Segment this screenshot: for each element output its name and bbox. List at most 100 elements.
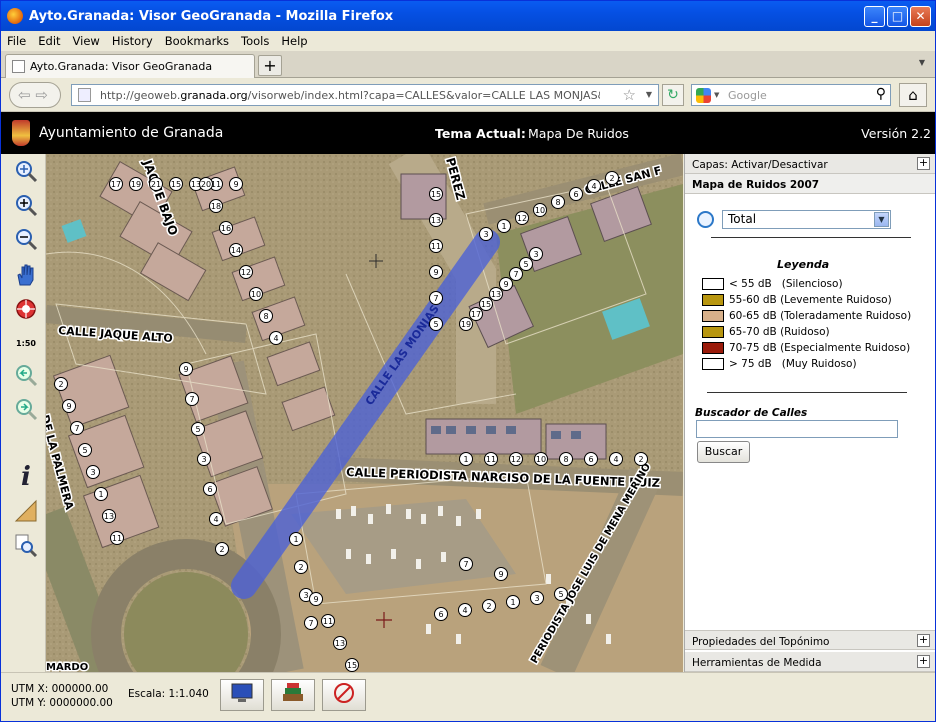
- legend-swatch: [702, 294, 724, 306]
- search-help-icon[interactable]: [13, 532, 39, 558]
- url-bar[interactable]: http://geoweb.granada.org/visorweb/index…: [71, 84, 659, 106]
- scale-tool-label: 1:50: [16, 338, 36, 348]
- house-number-label: 13: [431, 216, 441, 225]
- scale-tool-icon[interactable]: 1:50: [13, 330, 39, 356]
- tab-geogranada[interactable]: Ayto.Granada: Visor GeoGranada: [5, 54, 255, 78]
- legend-range: > 75 dB: [729, 358, 772, 370]
- zoom-out-icon[interactable]: [13, 226, 39, 252]
- maximize-button[interactable]: □: [887, 6, 908, 27]
- reload-button[interactable]: ↻: [662, 84, 684, 106]
- house-number-label: 8: [263, 312, 268, 321]
- engine-chevron-down-icon[interactable]: ▼: [714, 91, 719, 99]
- house-number-label: 1: [98, 490, 103, 499]
- forward-arrow-icon[interactable]: ⇨: [35, 86, 48, 104]
- layers-button[interactable]: [271, 679, 315, 711]
- legend-range: < 55 dB: [729, 278, 772, 290]
- menu-bookmarks[interactable]: Bookmarks: [159, 31, 235, 48]
- legend-desc: (Silencioso): [781, 278, 843, 290]
- tema-select[interactable]: Total ▼: [722, 210, 891, 229]
- menu-view[interactable]: View: [67, 31, 106, 48]
- house-number-label: 4: [273, 334, 278, 343]
- url-path: /visorweb/index.html?capa=CALLES&valor=C…: [247, 89, 600, 102]
- house-number-label: 1: [510, 598, 515, 607]
- house-number-label: 4: [213, 515, 218, 524]
- house-number-label: 1: [293, 535, 298, 544]
- measure-ruler-icon[interactable]: [13, 498, 39, 524]
- house-number-label: 5: [195, 425, 200, 434]
- legend-desc: (Levemente Ruidoso): [780, 294, 892, 306]
- tema-select-value: Total: [728, 212, 757, 226]
- home-icon[interactable]: ⌂: [908, 86, 918, 104]
- legend-desc: (Especialmente Ruidoso): [780, 342, 911, 354]
- search-bar[interactable]: ▼ Google ⚲: [691, 84, 891, 106]
- house-number-label: 8: [555, 198, 560, 207]
- legend-range: 70-75 dB: [729, 342, 777, 354]
- home-button[interactable]: ⌂: [899, 83, 927, 107]
- house-number-label: 9: [503, 280, 508, 289]
- propiedades-label: Propiedades del Topónimo: [692, 636, 830, 648]
- search-input[interactable]: Google: [728, 89, 767, 102]
- propiedades-header[interactable]: Propiedades del Topónimo +: [685, 630, 935, 650]
- select-chevron-down-icon[interactable]: ▼: [874, 212, 889, 227]
- house-number-label: 9: [233, 180, 238, 189]
- full-extent-icon[interactable]: [13, 296, 39, 322]
- map-toolbar: 1:50 i: [1, 154, 46, 672]
- orthophoto-map[interactable]: JAQUE BAJO PEREZ CALLE SAN F CALLE JAQUE…: [46, 154, 683, 672]
- legend-range: 60-65 dB: [729, 310, 777, 322]
- house-number-label: 2: [219, 545, 224, 554]
- expand-propiedades-icon[interactable]: +: [917, 634, 930, 647]
- previous-view-icon[interactable]: [13, 362, 39, 388]
- expand-herramientas-icon[interactable]: +: [917, 655, 930, 668]
- back-arrow-icon[interactable]: ⇦: [18, 86, 31, 104]
- house-number-label: 15: [481, 300, 491, 309]
- granada-crest-icon: [12, 120, 30, 146]
- house-number-label: 1: [501, 222, 506, 231]
- house-number-label: 11: [431, 242, 441, 251]
- menu-file[interactable]: File: [1, 31, 32, 48]
- herramientas-header[interactable]: Herramientas de Medida +: [685, 652, 935, 672]
- street-label-mardo: MARDO: [46, 662, 88, 672]
- house-number-label: 12: [511, 455, 521, 464]
- house-number-label: 11: [486, 455, 496, 464]
- page-icon: [78, 88, 91, 102]
- tab-list-chevron-down-icon[interactable]: ▼: [919, 58, 925, 67]
- house-number-label: 13: [491, 290, 501, 299]
- google-icon[interactable]: [696, 88, 711, 103]
- menu-tools[interactable]: Tools: [235, 31, 275, 48]
- pan-hand-icon[interactable]: [13, 262, 39, 288]
- menu-bar: File Edit View History Bookmarks Tools Help: [1, 31, 935, 51]
- buscador-title: Buscador de Calles: [695, 407, 808, 419]
- legend-swatch: [702, 310, 724, 322]
- info-icon[interactable]: i: [13, 462, 39, 492]
- url-dropdown-chevron-down-icon[interactable]: ▼: [646, 90, 652, 99]
- house-number-label: 4: [613, 455, 618, 464]
- new-tab-button[interactable]: +: [258, 55, 282, 76]
- next-view-icon[interactable]: [13, 396, 39, 422]
- house-number-label: 20: [201, 180, 211, 189]
- zoom-window-icon[interactable]: [13, 158, 39, 184]
- print-button[interactable]: [220, 679, 264, 711]
- search-icon[interactable]: ⚲: [876, 86, 886, 102]
- menu-help[interactable]: Help: [275, 31, 313, 48]
- menu-history[interactable]: History: [106, 31, 159, 48]
- utm-x: UTM X: 000000.00: [11, 683, 109, 695]
- zoom-in-icon[interactable]: [13, 192, 39, 218]
- url-text[interactable]: http://geoweb.granada.org/visorweb/index…: [100, 89, 600, 102]
- house-number-label: 3: [533, 250, 538, 259]
- expand-capas-icon[interactable]: +: [917, 157, 930, 170]
- buscar-button[interactable]: Buscar: [697, 441, 750, 463]
- street-search-input[interactable]: [696, 420, 898, 438]
- divider: [711, 237, 911, 238]
- close-button[interactable]: ✕: [910, 6, 931, 27]
- house-number-label: 10: [536, 455, 546, 464]
- capas-header[interactable]: Capas: Activar/Desactivar +: [685, 154, 935, 174]
- menu-edit[interactable]: Edit: [32, 31, 66, 48]
- back-forward-button[interactable]: ⇦ ⇨: [9, 82, 61, 108]
- minimize-button[interactable]: _: [864, 6, 885, 27]
- map-view[interactable]: JAQUE BAJO PEREZ CALLE SAN F CALLE JAQUE…: [46, 154, 683, 672]
- info-tool-label: i: [21, 462, 31, 492]
- clear-button[interactable]: [322, 679, 366, 711]
- tab-label: Ayto.Granada: Visor GeoGranada: [30, 60, 213, 73]
- bookmark-star-icon[interactable]: ☆: [623, 86, 636, 104]
- firefox-logo-icon: [7, 8, 23, 24]
